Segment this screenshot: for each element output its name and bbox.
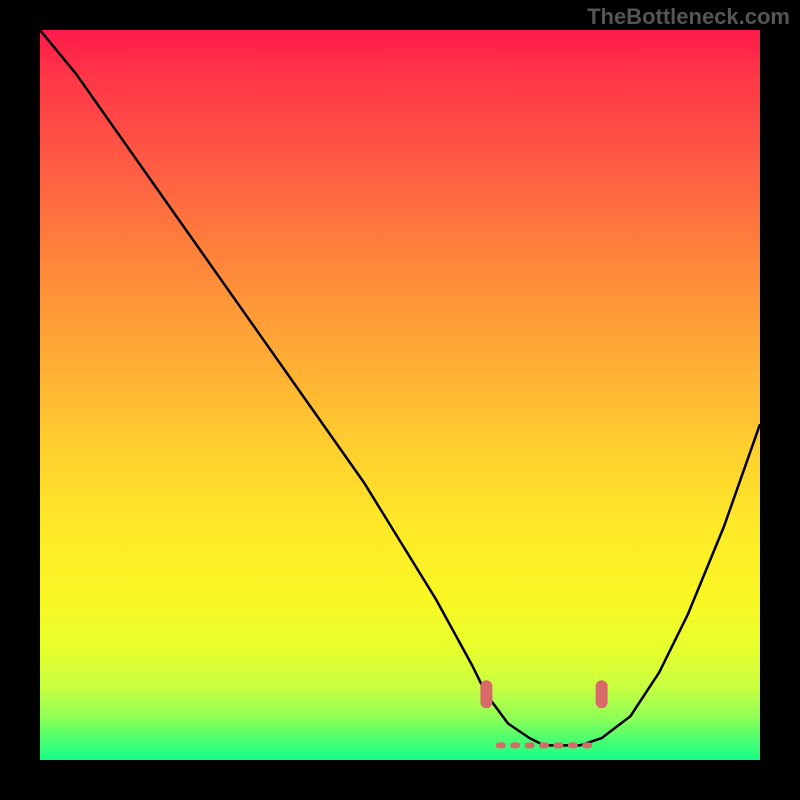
sweet-spot-dot	[568, 742, 578, 748]
sweet-spot-markers	[480, 680, 607, 748]
watermark-text: TheBottleneck.com	[587, 4, 790, 30]
sweet-spot-dot	[510, 742, 520, 748]
sweet-spot-dot	[553, 742, 563, 748]
sweet-spot-boundary-marker	[480, 680, 492, 708]
chart-plot-area	[40, 30, 760, 760]
sweet-spot-boundary-marker	[596, 680, 608, 708]
sweet-spot-dot	[525, 742, 535, 748]
sweet-spot-dot	[582, 742, 592, 748]
bottleneck-curve-line	[40, 30, 760, 745]
sweet-spot-dot	[539, 742, 549, 748]
sweet-spot-dot	[496, 742, 506, 748]
chart-svg-layer	[40, 30, 760, 760]
